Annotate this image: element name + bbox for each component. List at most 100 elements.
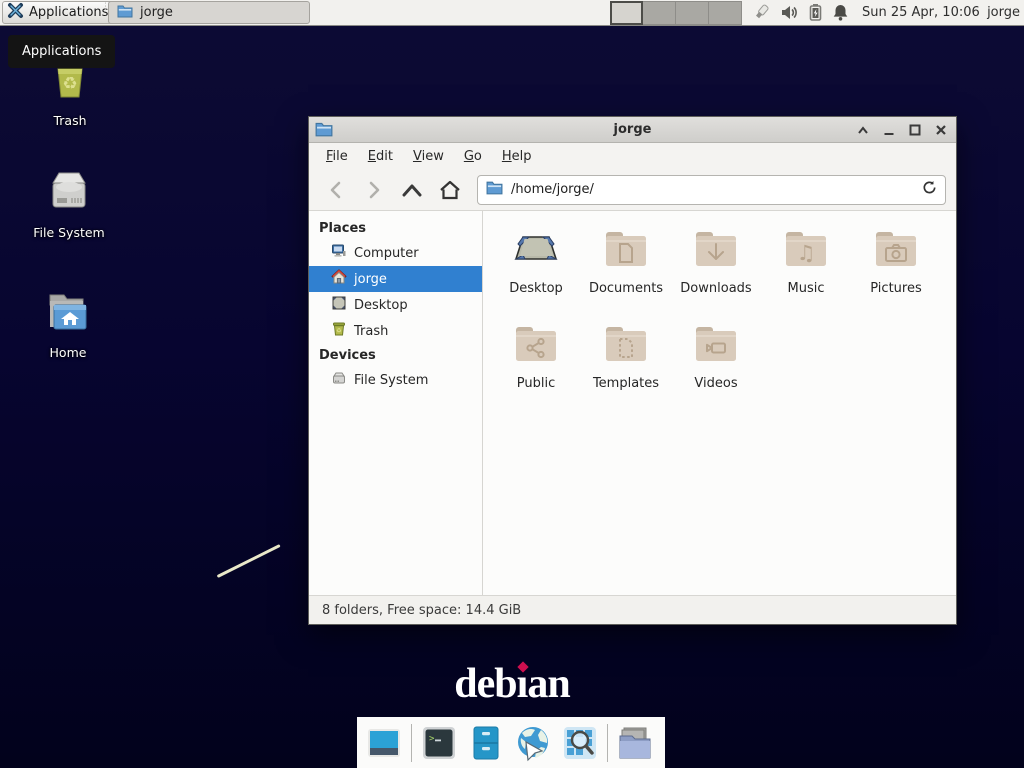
sidebar-header-devices: Devices <box>309 344 482 367</box>
workspace-1[interactable] <box>610 1 643 25</box>
trash-icon: ♻ <box>331 321 347 341</box>
file-grid: Desktop <box>483 211 956 595</box>
file-item-pictures[interactable]: Pictures <box>851 225 941 320</box>
menubar: File Edit View Go Help <box>309 143 956 169</box>
home-icon <box>331 269 347 289</box>
forward-button[interactable] <box>357 175 391 205</box>
sidebar-item-computer[interactable]: Computer <box>309 240 482 266</box>
battery-icon[interactable] <box>808 3 823 22</box>
svg-text:♻: ♻ <box>62 74 77 94</box>
desktop-icon-label: Trash <box>20 113 120 128</box>
xfce-logo-icon <box>7 2 24 23</box>
file-manager-icon[interactable] <box>466 723 506 763</box>
desktop-icon <box>331 295 347 315</box>
taskbar-window-label: jorge <box>140 5 173 20</box>
sidebar: Places Computer <box>309 211 483 595</box>
directory-menu-icon[interactable] <box>615 723 655 763</box>
home-folder-icon <box>44 324 92 339</box>
close-button[interactable] <box>932 121 950 139</box>
statusbar-text: 8 folders, Free space: 14.4 GiB <box>322 603 521 618</box>
debian-wallpaper-logo: debıan <box>0 660 1024 708</box>
workspace-2[interactable] <box>643 1 676 25</box>
dock-separator <box>607 724 608 762</box>
document-glyph <box>602 225 650 273</box>
desktop-icon-home[interactable]: Home <box>18 287 118 360</box>
share-glyph <box>512 320 560 368</box>
file-item-videos[interactable]: Videos <box>671 320 761 415</box>
menu-view[interactable]: View <box>404 146 453 167</box>
up-button[interactable] <box>395 175 429 205</box>
workspace-4[interactable] <box>709 1 742 25</box>
app-finder-icon[interactable] <box>560 723 600 763</box>
file-item-downloads[interactable]: Downloads <box>671 225 761 320</box>
notifications-bell-icon[interactable] <box>832 3 849 22</box>
reload-icon[interactable] <box>922 180 937 199</box>
sidebar-item-file-system[interactable]: File System <box>309 367 482 393</box>
download-glyph <box>692 225 740 273</box>
home-button[interactable] <box>433 175 467 205</box>
trash-icon: ♻ <box>46 92 94 107</box>
sidebar-item-label: Computer <box>354 246 419 261</box>
applications-menu-label: Applications <box>29 5 108 20</box>
applications-tooltip: Applications <box>8 35 115 68</box>
clipman-icon[interactable] <box>752 3 771 22</box>
sidebar-item-trash[interactable]: ♻ Trash <box>309 318 482 344</box>
window-controls <box>854 117 950 143</box>
sidebar-header-places: Places <box>309 217 482 240</box>
sidebar-item-label: Trash <box>354 324 388 339</box>
back-button[interactable] <box>319 175 353 205</box>
harddrive-icon <box>45 204 93 219</box>
window-titlebar[interactable]: jorge <box>309 117 956 143</box>
file-item-desktop[interactable]: Desktop <box>491 225 581 320</box>
svg-text:>: > <box>429 734 435 744</box>
sidebar-item-label: jorge <box>354 272 387 287</box>
web-browser-icon[interactable] <box>513 723 553 763</box>
panel-username[interactable]: jorge <box>987 0 1020 25</box>
volume-icon[interactable] <box>780 3 799 22</box>
panel-clock[interactable]: Sun 25 Apr, 10:06 <box>862 0 980 25</box>
desktop-icon-file-system[interactable]: File System <box>19 167 119 240</box>
path-folder-icon <box>486 180 503 199</box>
desktop-special-icon <box>512 262 560 277</box>
toolbar: /home/jorge/ <box>309 169 956 211</box>
panel-grip-handle[interactable]: ⋮⋮ <box>101 5 105 21</box>
music-glyph: ♫ <box>782 225 830 273</box>
folder-icon <box>117 4 133 22</box>
shade-button[interactable] <box>854 121 872 139</box>
file-item-music[interactable]: ♫ Music <box>761 225 851 320</box>
menu-file[interactable]: File <box>317 146 357 167</box>
file-item-public[interactable]: Public <box>491 320 581 415</box>
desktop-icon-label: File System <box>19 225 119 240</box>
file-item-templates[interactable]: Templates <box>581 320 671 415</box>
sidebar-item-jorge[interactable]: jorge <box>309 266 482 292</box>
minimize-button[interactable] <box>880 121 898 139</box>
path-text[interactable]: /home/jorge/ <box>511 182 914 197</box>
taskbar-window-button[interactable]: jorge <box>108 1 310 24</box>
stray-line <box>217 544 281 578</box>
sidebar-item-label: Desktop <box>354 298 408 313</box>
computer-icon <box>331 243 347 263</box>
menu-go[interactable]: Go <box>455 146 491 167</box>
terminal-icon[interactable]: > <box>419 723 459 763</box>
camera-glyph <box>872 225 920 273</box>
dock-panel: > <box>357 717 665 768</box>
file-item-documents[interactable]: Documents <box>581 225 671 320</box>
show-desktop-icon[interactable] <box>364 723 404 763</box>
location-bar[interactable]: /home/jorge/ <box>477 175 946 205</box>
sidebar-item-label: File System <box>354 373 428 388</box>
maximize-button[interactable] <box>906 121 924 139</box>
desktop-icon-label: Home <box>18 345 118 360</box>
statusbar: 8 folders, Free space: 14.4 GiB <box>309 595 956 624</box>
sidebar-item-desktop[interactable]: Desktop <box>309 292 482 318</box>
menu-edit[interactable]: Edit <box>359 146 402 167</box>
template-glyph <box>602 320 650 368</box>
menu-help[interactable]: Help <box>493 146 541 167</box>
window-content: Places Computer <box>309 211 956 595</box>
workspace-3[interactable] <box>676 1 709 25</box>
drive-icon <box>331 370 347 390</box>
svg-text:♻: ♻ <box>336 328 341 335</box>
video-glyph <box>692 320 740 368</box>
workspace-switcher[interactable] <box>610 1 742 25</box>
system-tray <box>752 3 849 22</box>
dock-separator <box>411 724 412 762</box>
